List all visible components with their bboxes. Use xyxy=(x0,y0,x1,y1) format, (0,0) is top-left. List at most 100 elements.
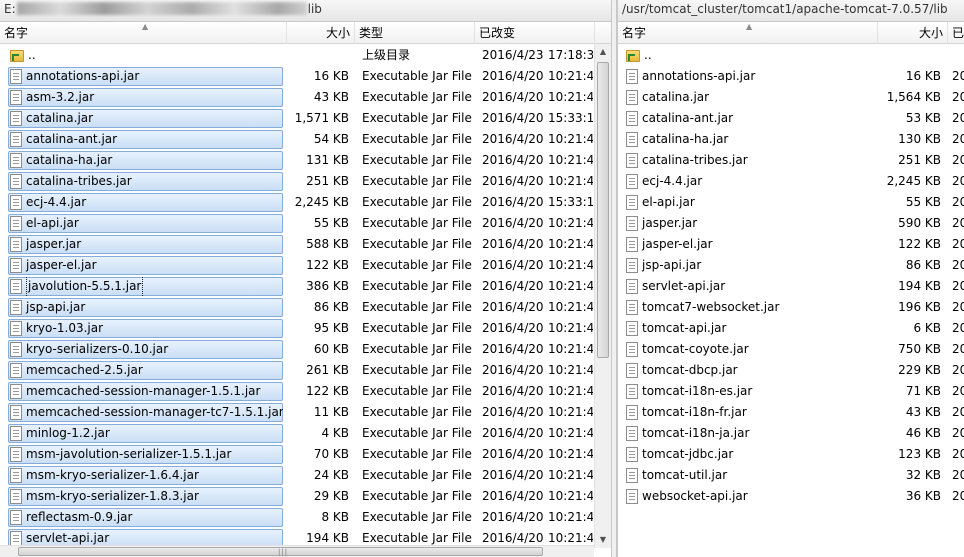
file-row[interactable]: websocket-api.jar36 KB20 xyxy=(618,486,964,507)
file-name-cell[interactable]: msm-javolution-serializer-1.5.1.jar xyxy=(7,444,283,465)
local-path-bar[interactable]: E: lib xyxy=(0,0,611,22)
file-row[interactable]: jasper-el.jar 122 KB Executable Jar File 20… xyxy=(0,255,611,276)
file-name-cell[interactable]: memcached-session-manager-tc7-1.5.1.jar xyxy=(7,402,283,423)
file-name-cell[interactable]: el-api.jar xyxy=(7,213,283,234)
scroll-down-arrow-icon[interactable]: ▼ xyxy=(595,532,611,548)
file-name-cell[interactable]: catalina-ant.jar xyxy=(623,108,873,129)
file-name-cell[interactable]: msm-kryo-serializer-1.6.4.jar xyxy=(7,465,283,486)
file-name-cell[interactable]: tomcat-coyote.jar xyxy=(623,339,873,360)
file-name-cell[interactable]: jasper.jar xyxy=(7,234,283,255)
file-row[interactable]: annotations-api.jar16 KB20 xyxy=(618,66,964,87)
file-row[interactable]: tomcat-jdbc.jar123 KB20 xyxy=(618,444,964,465)
file-name-cell[interactable]: el-api.jar xyxy=(623,192,873,213)
file-name-cell[interactable]: catalina.jar xyxy=(623,87,873,108)
file-row[interactable]: catalina-ha.jar 131 KB Executable Jar File… xyxy=(0,150,611,171)
file-name-cell[interactable]: catalina-tribes.jar xyxy=(7,171,283,192)
file-row[interactable]: tomcat-coyote.jar750 KB20 xyxy=(618,339,964,360)
file-name-cell[interactable]: annotations-api.jar xyxy=(623,66,873,87)
file-row[interactable]: kryo-1.03.jar 95 KB Executable Jar File 201… xyxy=(0,318,611,339)
file-name-cell[interactable]: servlet-api.jar xyxy=(623,276,873,297)
remote-col-size[interactable]: 大小 xyxy=(878,22,948,44)
file-name-cell[interactable]: .. xyxy=(7,45,283,66)
local-horizontal-scrollbar[interactable]: ||| xyxy=(0,545,594,557)
parent-dir-row[interactable]: .. 上级目录 2016/4/23 17:18:39 xyxy=(0,45,611,66)
file-name-cell[interactable]: jasper-el.jar xyxy=(7,255,283,276)
file-name-cell[interactable]: websocket-api.jar xyxy=(623,486,873,507)
local-col-type[interactable]: 类型 xyxy=(355,22,475,44)
file-row[interactable]: tomcat-i18n-ja.jar46 KB20 xyxy=(618,423,964,444)
file-row[interactable]: tomcat7-websocket.jar196 KB20 xyxy=(618,297,964,318)
file-name-cell[interactable]: tomcat-i18n-es.jar xyxy=(623,381,873,402)
file-row[interactable]: reflectasm-0.9.jar 8 KB Executable Jar Fil… xyxy=(0,507,611,528)
file-name-cell[interactable]: kryo-1.03.jar xyxy=(7,318,283,339)
file-row[interactable]: catalina-tribes.jar 251 KB Executable Jar … xyxy=(0,171,611,192)
file-row[interactable]: kryo-serializers-0.10.jar 60 KB Executable… xyxy=(0,339,611,360)
file-name-cell[interactable]: .. xyxy=(623,45,873,66)
file-row[interactable]: jasper.jar590 KB20 xyxy=(618,213,964,234)
file-row[interactable]: asm-3.2.jar 43 KB Executable Jar File 2016/… xyxy=(0,87,611,108)
file-name-cell[interactable]: tomcat-dbcp.jar xyxy=(623,360,873,381)
file-row[interactable]: catalina.jar 1,571 KB Executable Jar File 2… xyxy=(0,108,611,129)
scroll-up-arrow-icon[interactable]: ▲ xyxy=(595,44,611,60)
file-row[interactable]: memcached-session-manager-tc7-1.5.1.jar 1… xyxy=(0,402,611,423)
file-row[interactable]: jsp-api.jar86 KB20 xyxy=(618,255,964,276)
file-row[interactable]: memcached-session-manager-1.5.1.jar 122 K… xyxy=(0,381,611,402)
local-col-modified[interactable]: 已改变 xyxy=(475,22,595,44)
file-name-cell[interactable]: memcached-2.5.jar xyxy=(7,360,283,381)
file-row[interactable]: msm-kryo-serializer-1.6.4.jar 24 KB Execut… xyxy=(0,465,611,486)
file-name-cell[interactable]: msm-kryo-serializer-1.8.3.jar xyxy=(7,486,283,507)
file-name-cell[interactable]: catalina-tribes.jar xyxy=(623,150,873,171)
remote-path-bar[interactable]: /usr/tomcat_cluster/tomcat1/apache-tomca… xyxy=(618,0,964,22)
file-name-cell[interactable]: ecj-4.4.jar xyxy=(7,192,283,213)
file-name-cell[interactable]: tomcat7-websocket.jar xyxy=(623,297,873,318)
file-row[interactable]: memcached-2.5.jar 261 KB Executable Jar Fi… xyxy=(0,360,611,381)
remote-col-name[interactable]: 名字 ▲ xyxy=(618,22,878,44)
local-col-name[interactable]: 名字 ▲ xyxy=(0,22,287,44)
file-name-cell[interactable]: jsp-api.jar xyxy=(623,255,873,276)
local-scroll-thumb[interactable] xyxy=(597,62,609,358)
file-row[interactable]: tomcat-util.jar32 KB20 xyxy=(618,465,964,486)
file-name-cell[interactable]: tomcat-i18n-ja.jar xyxy=(623,423,873,444)
file-row[interactable]: tomcat-dbcp.jar229 KB20 xyxy=(618,360,964,381)
file-name-cell[interactable]: tomcat-jdbc.jar xyxy=(623,444,873,465)
file-name-cell[interactable]: jasper.jar xyxy=(623,213,873,234)
file-row[interactable]: tomcat-i18n-es.jar71 KB20 xyxy=(618,381,964,402)
file-row[interactable]: annotations-api.jar 16 KB Executable Jar F… xyxy=(0,66,611,87)
file-row[interactable]: javolution-5.5.1.jar 386 KB Executable Jar… xyxy=(0,276,611,297)
file-name-cell[interactable]: javolution-5.5.1.jar xyxy=(7,276,283,297)
file-name-cell[interactable]: tomcat-util.jar xyxy=(623,465,873,486)
file-name-cell[interactable]: ecj-4.4.jar xyxy=(623,171,873,192)
file-row[interactable]: servlet-api.jar194 KB20 xyxy=(618,276,964,297)
file-name-cell[interactable]: tomcat-i18n-fr.jar xyxy=(623,402,873,423)
file-row[interactable]: catalina-ha.jar130 KB20 xyxy=(618,129,964,150)
file-row[interactable]: el-api.jar 55 KB Executable Jar File 2016/4… xyxy=(0,213,611,234)
file-row[interactable]: ecj-4.4.jar 2,245 KB Executable Jar File 20… xyxy=(0,192,611,213)
file-name-cell[interactable]: jasper-el.jar xyxy=(623,234,873,255)
file-name-cell[interactable]: annotations-api.jar xyxy=(7,66,283,87)
parent-dir-row[interactable]: .. xyxy=(618,45,964,66)
file-row[interactable]: ecj-4.4.jar2,245 KB20 xyxy=(618,171,964,192)
file-name-cell[interactable]: kryo-serializers-0.10.jar xyxy=(7,339,283,360)
file-row[interactable]: jsp-api.jar 86 KB Executable Jar File 2016/… xyxy=(0,297,611,318)
file-name-cell[interactable]: jsp-api.jar xyxy=(7,297,283,318)
local-vertical-scrollbar[interactable]: ▲ ▼ xyxy=(594,44,611,548)
file-row[interactable]: msm-kryo-serializer-1.8.3.jar 29 KB Execut… xyxy=(0,486,611,507)
file-row[interactable]: tomcat-i18n-fr.jar43 KB20 xyxy=(618,402,964,423)
file-name-cell[interactable]: catalina-ant.jar xyxy=(7,129,283,150)
file-name-cell[interactable]: reflectasm-0.9.jar xyxy=(7,507,283,528)
file-row[interactable]: catalina-ant.jar53 KB20 xyxy=(618,108,964,129)
file-name-cell[interactable]: minlog-1.2.jar xyxy=(7,423,283,444)
file-name-cell[interactable]: catalina-ha.jar xyxy=(623,129,873,150)
file-row[interactable]: catalina.jar1,564 KB20 xyxy=(618,87,964,108)
file-name-cell[interactable]: catalina.jar xyxy=(7,108,283,129)
file-name-cell[interactable]: catalina-ha.jar xyxy=(7,150,283,171)
file-row[interactable]: msm-javolution-serializer-1.5.1.jar 70 KB… xyxy=(0,444,611,465)
file-name-cell[interactable]: asm-3.2.jar xyxy=(7,87,283,108)
file-row[interactable]: jasper-el.jar122 KB20 xyxy=(618,234,964,255)
file-name-cell[interactable]: memcached-session-manager-1.5.1.jar xyxy=(7,381,283,402)
file-row[interactable]: catalina-ant.jar 54 KB Executable Jar File… xyxy=(0,129,611,150)
file-row[interactable]: minlog-1.2.jar 4 KB Executable Jar File 201… xyxy=(0,423,611,444)
file-row[interactable]: tomcat-api.jar6 KB20 xyxy=(618,318,964,339)
file-row[interactable]: catalina-tribes.jar251 KB20 xyxy=(618,150,964,171)
local-col-size[interactable]: 大小 xyxy=(287,22,355,44)
